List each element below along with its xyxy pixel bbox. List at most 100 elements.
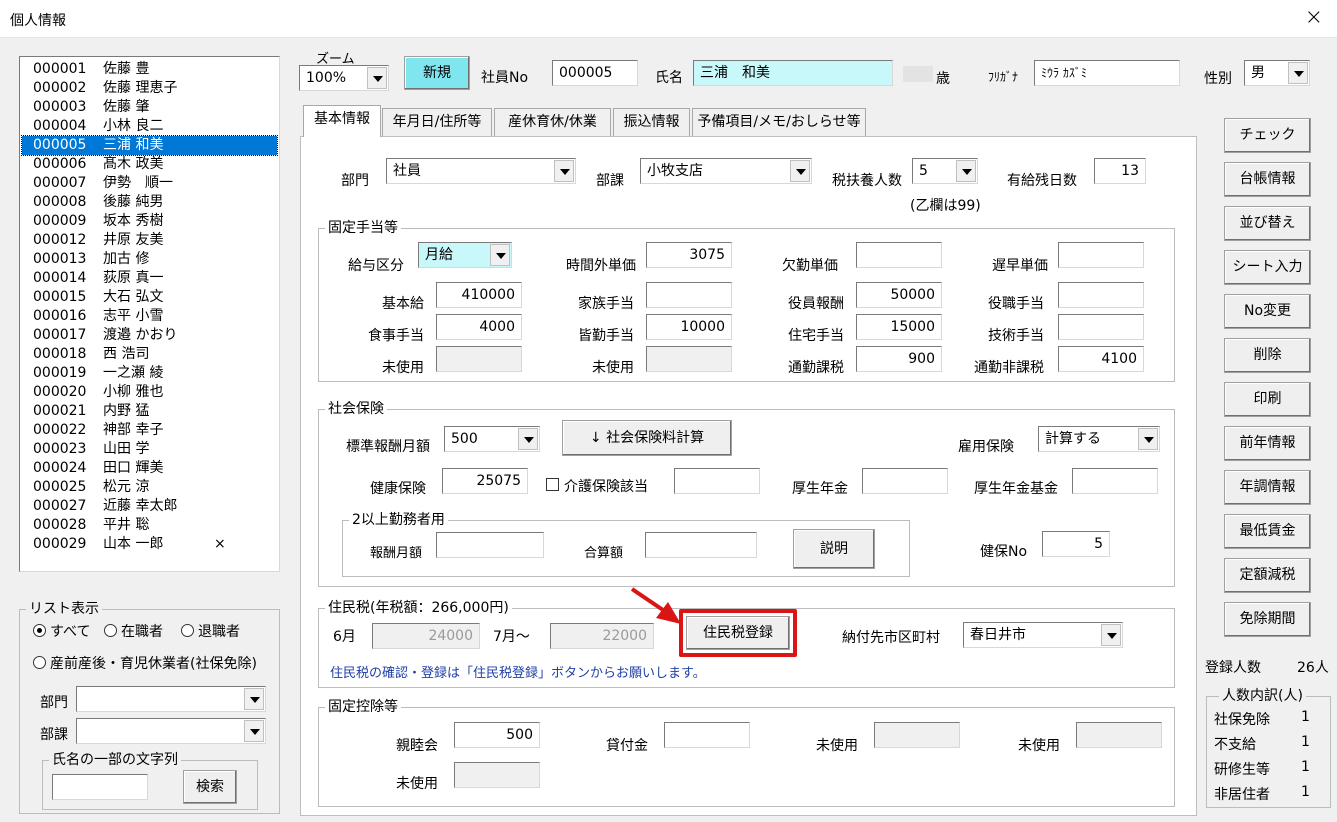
care-checkbox[interactable] bbox=[546, 478, 559, 491]
print-button[interactable]: 印刷 bbox=[1224, 382, 1311, 417]
radio-employed[interactable] bbox=[104, 624, 117, 637]
prev-year-button[interactable]: 前年情報 bbox=[1224, 426, 1311, 461]
loan-field[interactable] bbox=[664, 722, 750, 748]
commute-free-field[interactable]: 4100 bbox=[1058, 346, 1144, 372]
tab-basic[interactable]: 基本情報 bbox=[303, 105, 381, 137]
chevron-down-icon[interactable] bbox=[244, 688, 264, 710]
emp-no-field[interactable]: 000005 bbox=[552, 60, 638, 86]
list-item[interactable]: 000025 松元 涼 bbox=[22, 478, 277, 497]
city-select[interactable]: 春日井市 bbox=[963, 622, 1123, 648]
pay-type-select[interactable]: 月給 bbox=[418, 242, 512, 268]
min-wage-button[interactable]: 最低賃金 bbox=[1224, 514, 1311, 549]
employee-list[interactable]: 000001 佐藤 豊 000002 佐藤 理恵子 000003 佐藤 肇 000004 小林… bbox=[19, 56, 280, 572]
chevron-down-icon[interactable] bbox=[490, 244, 510, 266]
list-item[interactable]: 000014 荻原 真一 bbox=[22, 269, 277, 288]
list-item[interactable]: 000028 平井 聡 bbox=[22, 516, 277, 535]
radio-all[interactable] bbox=[33, 624, 46, 637]
chevron-down-icon[interactable] bbox=[1288, 62, 1308, 84]
list-item[interactable]: 000013 加古 修 bbox=[22, 250, 277, 269]
family-field[interactable] bbox=[646, 282, 732, 308]
chevron-down-icon[interactable] bbox=[518, 428, 538, 450]
late-field[interactable] bbox=[1058, 242, 1144, 268]
position-field[interactable] bbox=[1058, 282, 1144, 308]
list-item[interactable]: 000012 井原 友美 bbox=[22, 231, 277, 250]
name-field[interactable]: 三浦 和美 bbox=[693, 60, 893, 86]
chevron-down-icon[interactable] bbox=[1101, 624, 1121, 646]
list-item[interactable]: 000008 後藤 純男 bbox=[22, 193, 277, 212]
ledger-button[interactable]: 台帳情報 bbox=[1224, 162, 1311, 197]
employment-select[interactable]: 計算する bbox=[1038, 426, 1160, 452]
paid-leave-field[interactable]: 13 bbox=[1094, 158, 1146, 184]
list-item[interactable]: 000016 志平 小雪 bbox=[22, 307, 277, 326]
sort-button[interactable]: 並び替え bbox=[1224, 206, 1311, 241]
tab-extra[interactable]: 予備項目/メモ/おしらせ等 bbox=[692, 108, 866, 136]
list-section-select[interactable] bbox=[76, 718, 266, 744]
tab-leave[interactable]: 産休育休/休業 bbox=[494, 108, 611, 136]
list-dept-select[interactable] bbox=[76, 686, 266, 712]
base-field[interactable]: 410000 bbox=[436, 282, 522, 308]
no-change-button[interactable]: No変更 bbox=[1224, 294, 1311, 329]
attendance-field[interactable]: 10000 bbox=[646, 314, 732, 340]
meal-field[interactable]: 4000 bbox=[436, 314, 522, 340]
section-select[interactable]: 小牧支店 bbox=[640, 158, 812, 184]
list-item[interactable]: 000022 神部 幸子 bbox=[22, 421, 277, 440]
close-icon[interactable]: × bbox=[1305, 5, 1323, 30]
radio-leave[interactable] bbox=[33, 656, 46, 669]
delete-button[interactable]: 削除 bbox=[1224, 338, 1311, 373]
list-item[interactable]: 000023 山田 学 bbox=[22, 440, 277, 459]
list-item[interactable]: 000007 伊勢 順一 bbox=[22, 174, 277, 193]
list-item[interactable]: 000006 髙木 政美 bbox=[22, 155, 277, 174]
new-button[interactable]: 新規 bbox=[404, 56, 470, 90]
chevron-down-icon[interactable] bbox=[554, 160, 574, 182]
pension-field[interactable] bbox=[862, 468, 948, 494]
resident-register-button[interactable]: 住民税登録 bbox=[686, 616, 790, 650]
chevron-down-icon[interactable] bbox=[1138, 428, 1158, 450]
list-item[interactable]: 000017 渡邉 かおり bbox=[22, 326, 277, 345]
list-item[interactable]: 000029 山本 一郎 × bbox=[22, 535, 277, 554]
health-field[interactable]: 25075 bbox=[442, 468, 528, 494]
explain-button[interactable]: 説明 bbox=[793, 529, 875, 569]
radio-retired[interactable] bbox=[181, 624, 194, 637]
social-club-field[interactable]: 500 bbox=[454, 722, 540, 748]
std-select[interactable]: 500 bbox=[444, 426, 540, 452]
total-field[interactable] bbox=[645, 532, 757, 558]
skill-field[interactable] bbox=[1058, 314, 1144, 340]
pension-fund-field[interactable] bbox=[1072, 468, 1158, 494]
exempt-period-button[interactable]: 免除期間 bbox=[1224, 602, 1311, 637]
dependents-select[interactable]: 5 bbox=[912, 158, 978, 184]
chevron-down-icon[interactable] bbox=[244, 720, 264, 742]
social-calc-button[interactable]: ↓ 社会保険料計算 bbox=[562, 420, 732, 456]
tab-dates-address[interactable]: 年月日/住所等 bbox=[382, 108, 492, 136]
name-search-input[interactable] bbox=[52, 774, 148, 800]
search-button[interactable]: 検索 bbox=[183, 770, 237, 804]
furigana-field[interactable]: ﾐｳﾗ ｶｽﾞﾐ bbox=[1034, 60, 1180, 86]
monthly-field[interactable] bbox=[436, 532, 544, 558]
dept-select[interactable]: 社員 bbox=[386, 158, 576, 184]
tab-bank[interactable]: 振込情報 bbox=[613, 108, 690, 136]
list-item[interactable]: 000021 内野 猛 bbox=[22, 402, 277, 421]
list-item[interactable]: 000015 大石 弘文 bbox=[22, 288, 277, 307]
gender-select[interactable]: 男 bbox=[1244, 60, 1310, 86]
list-item[interactable]: 000020 小柳 雅也 bbox=[22, 383, 277, 402]
chevron-down-icon[interactable] bbox=[790, 160, 810, 182]
check-button[interactable]: チェック bbox=[1224, 118, 1311, 153]
list-item[interactable]: 000009 坂本 秀樹 bbox=[22, 212, 277, 231]
list-item[interactable]: 000005 三浦 和美 bbox=[21, 135, 278, 156]
absence-field[interactable] bbox=[856, 242, 942, 268]
housing-field[interactable]: 15000 bbox=[856, 314, 942, 340]
sheet-input-button[interactable]: シート入力 bbox=[1224, 250, 1311, 285]
list-item[interactable]: 000002 佐藤 理恵子 bbox=[22, 79, 277, 98]
list-item[interactable]: 000004 小林 良二 bbox=[22, 117, 277, 136]
chevron-down-icon[interactable] bbox=[956, 160, 976, 182]
list-item[interactable]: 000027 近藤 幸太郎 bbox=[22, 497, 277, 516]
list-item[interactable]: 000001 佐藤 豊 bbox=[22, 60, 277, 79]
care-field[interactable] bbox=[674, 468, 760, 494]
health-no-field[interactable]: 5 bbox=[1042, 531, 1110, 557]
chevron-down-icon[interactable] bbox=[367, 67, 387, 89]
list-item[interactable]: 000024 田口 輝美 bbox=[22, 459, 277, 478]
overtime-field[interactable]: 3075 bbox=[646, 242, 732, 268]
commute-tax-field[interactable]: 900 bbox=[856, 346, 942, 372]
list-item[interactable]: 000003 佐藤 肇 bbox=[22, 98, 277, 117]
zoom-select[interactable]: 100% bbox=[299, 65, 389, 91]
list-item[interactable]: 000019 一之瀬 綾 bbox=[22, 364, 277, 383]
